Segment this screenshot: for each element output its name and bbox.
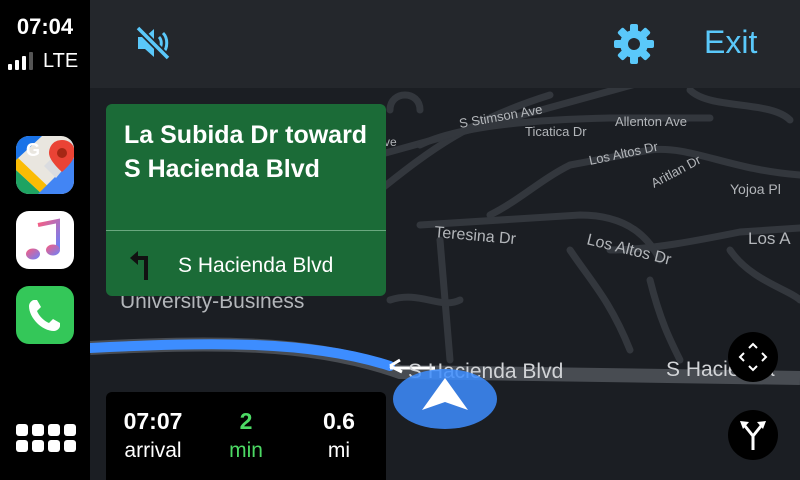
carplay-sidebar: 07:04 LTE G xyxy=(0,0,90,480)
remaining-time: 2 xyxy=(239,408,253,434)
maneuver-divider xyxy=(106,230,386,231)
status-time: 07:04 xyxy=(16,14,74,39)
distance-unit: mi xyxy=(327,439,351,462)
network-type: LTE xyxy=(43,50,79,72)
street-label: Los A xyxy=(748,229,791,248)
trip-eta-panel[interactable]: 07:07 arrival 2 min 0.6 mi xyxy=(106,392,386,480)
google-maps-icon[interactable]: G xyxy=(16,136,74,194)
map-view[interactable]: S Stimson Ave Allenton Ave Ticatica Dr L… xyxy=(90,0,800,480)
recenter-icon xyxy=(738,342,768,372)
maneuver-title: La Subida Dr toward S Hacienda Blvd xyxy=(124,121,368,183)
arrival-time: 07:07 xyxy=(123,408,183,434)
top-bar: Exit xyxy=(90,0,800,88)
remaining-distance: 0.6 xyxy=(323,408,355,434)
phone-icon[interactable] xyxy=(16,286,74,344)
remaining-time-unit: min xyxy=(229,439,263,462)
route-fork-icon xyxy=(740,421,766,450)
recenter-button[interactable] xyxy=(728,332,778,382)
street-label: Aritlan Dr xyxy=(648,152,703,191)
street-label: Los Altos Dr xyxy=(588,139,660,168)
speaker-muted-icon[interactable] xyxy=(132,22,174,64)
street-label: Teresina Dr xyxy=(434,224,518,248)
street-label: Los Altos Dr xyxy=(585,231,673,269)
street-label: Ticatica Dr xyxy=(525,124,587,139)
location-puck-icon xyxy=(393,369,497,429)
maneuver-card: La Subida Dr toward S Hacienda Blvd S Ha… xyxy=(106,104,386,296)
street-label: Allenton Ave xyxy=(615,114,687,129)
gear-icon[interactable] xyxy=(612,22,656,66)
signal-strength-icon xyxy=(8,52,33,70)
exit-button[interactable]: Exit xyxy=(704,24,757,61)
street-label: Yojoa Pl xyxy=(730,181,781,197)
svg-text:G: G xyxy=(26,140,40,160)
app-grid-icon[interactable] xyxy=(16,424,76,452)
arrival-label: arrival xyxy=(124,439,182,462)
turn-left-icon xyxy=(130,251,148,280)
next-street: S Hacienda Blvd xyxy=(178,254,334,277)
route-options-button[interactable] xyxy=(728,410,778,460)
music-icon[interactable] xyxy=(16,211,74,269)
